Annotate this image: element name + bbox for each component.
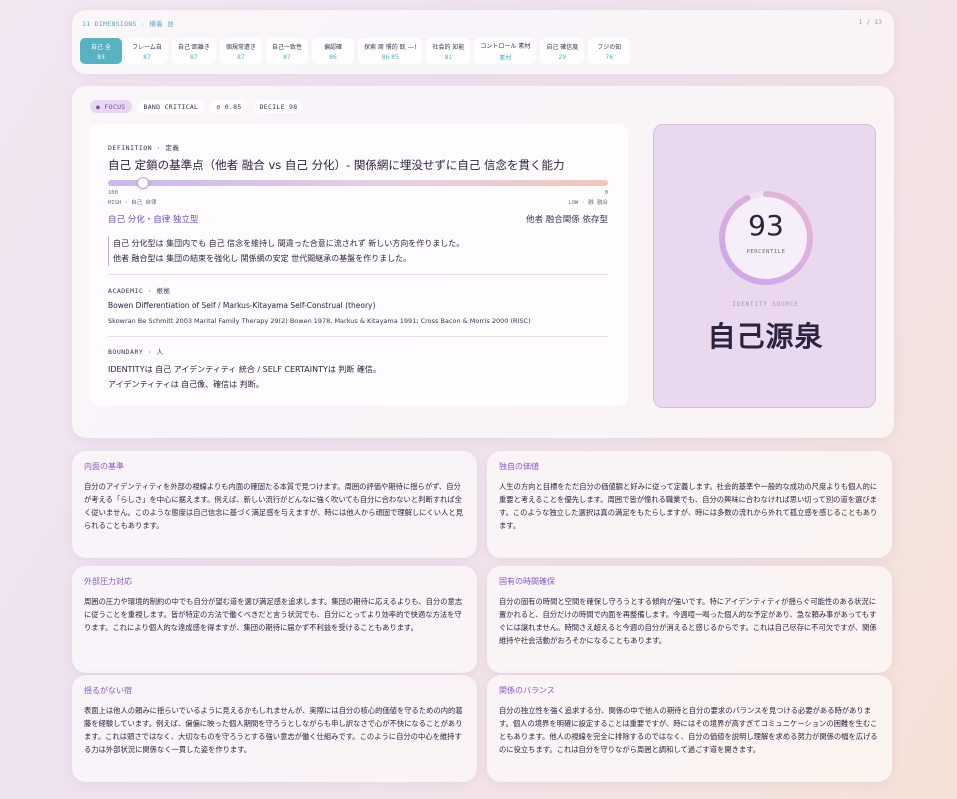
academic-title: Bowen Differentiation of Self / Markus-K… [108, 301, 376, 310]
description-line: 他者 融合型は 集団の結束を強化し 関係網の安定 世代間継承の基盤を作りました。 [113, 254, 412, 263]
dimension-tab[interactable]: 自己 距離き 87 [172, 38, 216, 64]
trait-body: 自分の固有の時間と空間を確保し守ろうとする傾向が強いです。特にアイデンティティが… [499, 597, 877, 645]
spectrum-slider-knob[interactable] [137, 177, 149, 189]
dimension-tab-label: フジの知 [597, 43, 622, 51]
boundary-label: BOUNDARY · 人 [108, 348, 164, 356]
dimension-tab-value: 86 85 [381, 53, 399, 61]
sigma-chip: σ 0.85 [210, 100, 248, 113]
boundary-line: アイデンティティは 自己像、確信は 判断。 [108, 380, 264, 389]
pole-left-label: 自己 分化・自律 独立型 [108, 215, 199, 225]
divider [108, 274, 608, 275]
definition-label: DEFINITION · 定義 [108, 144, 180, 152]
dimension-tab[interactable]: 自己一致性 87 [265, 38, 308, 64]
boundary-text: IDENTITYは 自己 アイデンティティ 統合 / SELF CERTAINT… [108, 362, 381, 392]
trait-body: 表面上は他人の頼みに揺らいでいるように見えるかもしれませんが、実際には自分の核心… [84, 706, 463, 754]
spectrum-slider-track [108, 180, 608, 186]
definition-card: DEFINITION · 定義 自己 定鎖の基準点（他者 融合 vs 自己 分化… [90, 124, 628, 406]
percentile-label: PERCENTILE [746, 249, 786, 255]
academic-references: Skowran Be Schmitt 2003 Marital Family T… [108, 317, 531, 325]
decile-chip: DECILE 98 [253, 100, 304, 113]
trait-body: 自分の独立性を強く追求する分、関係の中で他人の期待と自分の要求のバランスを見つけ… [499, 706, 878, 754]
scale-right-caption: LOW · 融 融合 [568, 200, 608, 206]
dimension-tab-label: 個規常遭き [225, 43, 256, 51]
dimensions-title: 11 DIMENSIONS · 横着 並 [82, 20, 175, 28]
pole-right-label: 他者 融合関係 依存型 [526, 215, 608, 225]
trait-card: 固有の時間確保 自分の固有の時間と空間を確保し守ろうとする傾向が強いです。特にア… [487, 566, 892, 673]
dimension-tab-value: 81 [444, 53, 453, 61]
dimension-tab-value: 87 [143, 53, 151, 61]
page-indicator: 1 / 13 [858, 18, 882, 26]
trait-body: 人生の方向と目標をただ自分の価値観と好みに従って定義します。社会的基準や一般的な… [499, 482, 878, 530]
dimension-tab-value: 93 [97, 53, 105, 61]
focus-panel: ● FOCUS BAND CRITICAL σ 0.85 DECILE 98 D… [72, 86, 894, 438]
dimension-tab-value: 素材 [499, 54, 512, 62]
trait-title: 固有の時間確保 [499, 577, 555, 586]
dimension-tab-label: 自己 距離き [178, 43, 210, 51]
dimension-tab-label: フレーム自 [132, 43, 162, 51]
identity-name: 自己源泉 [707, 320, 824, 353]
trait-body: 周囲の圧力や環境的制約の中でも自分が望む道を選び満足感を追求します。集団の期待に… [84, 597, 463, 632]
scale-right-number: 0 [604, 190, 608, 196]
dimension-tab[interactable]: 個規常遭き 87 [219, 38, 262, 64]
trait-title: 揺るがない宿 [84, 686, 132, 695]
focus-chip: ● FOCUS [90, 100, 132, 113]
trait-body: 自分のアイデンティティを外部の視線よりも内面の確固たる本質で見つけます。周囲の評… [84, 482, 463, 530]
dimension-tab-value: 86 [329, 53, 337, 61]
dimension-tab-value: 76 [605, 53, 614, 61]
trait-title: 関係のバランス [499, 686, 555, 695]
trait-card: 関係のバランス 自分の独立性を強く追求する分、関係の中で他人の期待と自分の要求の… [487, 675, 892, 782]
dimension-tab[interactable]: フジの知 76 [588, 38, 631, 64]
dimension-tab[interactable]: フレーム自 87 [126, 38, 168, 64]
trait-card: 独自の価値 人生の方向と目標をただ自分の価値観と好みに従って定義します。社会的基… [487, 451, 892, 558]
dimension-tab-label: 探索 周 慣的 既 ---! [363, 43, 417, 51]
dimensions-bar: 11 DIMENSIONS · 横着 並 1 / 13 自己 全 93 フレーム自 8… [72, 10, 894, 74]
trait-title: 外部圧力対応 [84, 577, 132, 586]
dimension-tab-label: 偏認確 [323, 43, 342, 51]
trait-card: 外部圧力対応 周囲の圧力や環境的制約の中でも自分が望む道を選び満足感を追求します… [72, 566, 477, 673]
dimension-tab[interactable]: 社会的 知能 81 [426, 38, 471, 64]
description-line: 自己 分化型は 集団内でも 自己 信念を維持し 間違った合意に流されず 新しい方… [113, 239, 465, 248]
focus-chips: ● FOCUS BAND CRITICAL σ 0.85 DECILE 98 [90, 100, 304, 113]
definition-description: 自己 分化型は 集団内でも 自己 信念を維持し 間違った合意に流されず 新しい方… [108, 236, 608, 266]
dimension-tab-value: 29 [558, 53, 567, 61]
scale-left-number: 100 [108, 190, 118, 196]
boundary-line: IDENTITYは 自己 アイデンティティ 統合 / SELF CERTAINT… [108, 365, 381, 374]
definition-title: 自己 定鎖の基準点（他者 融合 vs 自己 分化）- 関係網に埋没せずに自己 信… [108, 158, 565, 172]
trait-title: 内面の基準 [84, 462, 124, 471]
dimension-tab-label: 自己 全 [91, 43, 111, 51]
dimension-tab-label: 社会的 知能 [432, 43, 465, 51]
academic-label: ACADEMIC · 根拠 [108, 287, 171, 295]
trait-card: 揺るがない宿 表面上は他人の頼みに揺らいでいるように見えるかもしれませんが、実際… [72, 675, 477, 782]
band-chip: BAND CRITICAL [137, 100, 205, 113]
trait-card: 内面の基準 自分のアイデンティティを外部の視線よりも内面の確固たる本質で見つけま… [72, 451, 477, 558]
trait-title: 独自の価値 [499, 462, 539, 471]
dimension-tab-value: 87 [283, 53, 291, 61]
dimension-tab[interactable]: 自己 全 93 [80, 38, 122, 64]
dimension-tab[interactable]: 偏認確 86 [311, 38, 354, 64]
percentile-value: 93 [748, 209, 784, 242]
dimension-tab[interactable]: コントロール 素材 素材 [474, 38, 537, 64]
dimension-tab-label: 自己一致性 [271, 43, 302, 51]
dimension-tab-label: 自己 確信度 [546, 43, 579, 51]
dimension-tab-value: 87 [237, 53, 245, 61]
scale-left-caption: HIGH · 自己 自律 [108, 200, 157, 206]
dimension-tab[interactable]: 自己 確信度 29 [540, 38, 585, 64]
divider [108, 336, 608, 337]
dimension-tab[interactable]: 探索 周 慣的 既 ---! 86 85 [357, 38, 423, 64]
dimension-tab-value: 87 [190, 53, 198, 61]
dimension-tab-label: コントロール 素材 [480, 42, 531, 50]
dimension-tabs: 自己 全 93 フレーム自 87 自己 距離き 87 個規常遭き 87 自己一致性 87 偏認確 86… [80, 38, 631, 64]
identity-card: 93 PERCENTILE IDENTITY SOURCE 自己源泉 [653, 124, 876, 408]
identity-source-label: IDENTITY SOURCE [732, 301, 799, 308]
